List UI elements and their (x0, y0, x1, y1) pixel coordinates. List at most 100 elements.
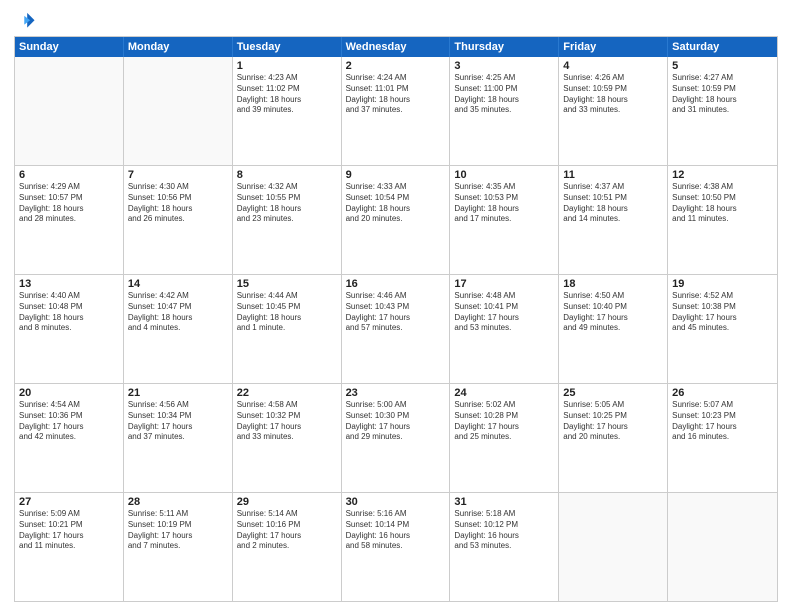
day-number: 12 (672, 169, 773, 181)
cell-info: Sunrise: 4:46 AM Sunset: 10:43 PM Daylig… (346, 291, 446, 334)
cell-info: Sunrise: 5:11 AM Sunset: 10:19 PM Daylig… (128, 509, 228, 552)
calendar-cell: 1Sunrise: 4:23 AM Sunset: 11:02 PM Dayli… (233, 57, 342, 165)
weekday-header: Saturday (668, 37, 777, 57)
cell-info: Sunrise: 5:14 AM Sunset: 10:16 PM Daylig… (237, 509, 337, 552)
day-number: 2 (346, 60, 446, 72)
day-number: 30 (346, 496, 446, 508)
cell-info: Sunrise: 4:23 AM Sunset: 11:02 PM Daylig… (237, 73, 337, 116)
cell-info: Sunrise: 5:00 AM Sunset: 10:30 PM Daylig… (346, 400, 446, 443)
calendar-row: 1Sunrise: 4:23 AM Sunset: 11:02 PM Dayli… (15, 57, 777, 165)
day-number: 8 (237, 169, 337, 181)
calendar-cell: 17Sunrise: 4:48 AM Sunset: 10:41 PM Dayl… (450, 275, 559, 383)
calendar-cell: 24Sunrise: 5:02 AM Sunset: 10:28 PM Dayl… (450, 384, 559, 492)
calendar-cell: 22Sunrise: 4:58 AM Sunset: 10:32 PM Dayl… (233, 384, 342, 492)
calendar-cell: 21Sunrise: 4:56 AM Sunset: 10:34 PM Dayl… (124, 384, 233, 492)
day-number: 5 (672, 60, 773, 72)
calendar-row: 20Sunrise: 4:54 AM Sunset: 10:36 PM Dayl… (15, 383, 777, 492)
calendar-cell: 20Sunrise: 4:54 AM Sunset: 10:36 PM Dayl… (15, 384, 124, 492)
weekday-header: Monday (124, 37, 233, 57)
day-number: 16 (346, 278, 446, 290)
cell-info: Sunrise: 4:42 AM Sunset: 10:47 PM Daylig… (128, 291, 228, 334)
calendar-body: 1Sunrise: 4:23 AM Sunset: 11:02 PM Dayli… (15, 57, 777, 601)
cell-info: Sunrise: 4:48 AM Sunset: 10:41 PM Daylig… (454, 291, 554, 334)
day-number: 4 (563, 60, 663, 72)
day-number: 19 (672, 278, 773, 290)
calendar-row: 13Sunrise: 4:40 AM Sunset: 10:48 PM Dayl… (15, 274, 777, 383)
calendar-cell (15, 57, 124, 165)
calendar-cell: 25Sunrise: 5:05 AM Sunset: 10:25 PM Dayl… (559, 384, 668, 492)
calendar-cell: 19Sunrise: 4:52 AM Sunset: 10:38 PM Dayl… (668, 275, 777, 383)
day-number: 23 (346, 387, 446, 399)
cell-info: Sunrise: 4:35 AM Sunset: 10:53 PM Daylig… (454, 182, 554, 225)
calendar-cell (124, 57, 233, 165)
calendar-cell: 2Sunrise: 4:24 AM Sunset: 11:01 PM Dayli… (342, 57, 451, 165)
day-number: 27 (19, 496, 119, 508)
day-number: 29 (237, 496, 337, 508)
cell-info: Sunrise: 5:07 AM Sunset: 10:23 PM Daylig… (672, 400, 773, 443)
cell-info: Sunrise: 4:52 AM Sunset: 10:38 PM Daylig… (672, 291, 773, 334)
day-number: 3 (454, 60, 554, 72)
weekday-header: Friday (559, 37, 668, 57)
calendar-cell: 11Sunrise: 4:37 AM Sunset: 10:51 PM Dayl… (559, 166, 668, 274)
cell-info: Sunrise: 5:18 AM Sunset: 10:12 PM Daylig… (454, 509, 554, 552)
weekday-header: Tuesday (233, 37, 342, 57)
day-number: 22 (237, 387, 337, 399)
calendar-cell: 7Sunrise: 4:30 AM Sunset: 10:56 PM Dayli… (124, 166, 233, 274)
calendar-cell: 26Sunrise: 5:07 AM Sunset: 10:23 PM Dayl… (668, 384, 777, 492)
calendar-cell: 27Sunrise: 5:09 AM Sunset: 10:21 PM Dayl… (15, 493, 124, 601)
header (14, 10, 778, 32)
calendar-cell: 10Sunrise: 4:35 AM Sunset: 10:53 PM Dayl… (450, 166, 559, 274)
calendar-cell: 30Sunrise: 5:16 AM Sunset: 10:14 PM Dayl… (342, 493, 451, 601)
cell-info: Sunrise: 4:30 AM Sunset: 10:56 PM Daylig… (128, 182, 228, 225)
calendar-cell: 18Sunrise: 4:50 AM Sunset: 10:40 PM Dayl… (559, 275, 668, 383)
day-number: 24 (454, 387, 554, 399)
cell-info: Sunrise: 4:26 AM Sunset: 10:59 PM Daylig… (563, 73, 663, 116)
cell-info: Sunrise: 4:24 AM Sunset: 11:01 PM Daylig… (346, 73, 446, 116)
calendar-cell (668, 493, 777, 601)
cell-info: Sunrise: 4:33 AM Sunset: 10:54 PM Daylig… (346, 182, 446, 225)
page: SundayMondayTuesdayWednesdayThursdayFrid… (0, 0, 792, 612)
calendar-cell: 14Sunrise: 4:42 AM Sunset: 10:47 PM Dayl… (124, 275, 233, 383)
cell-info: Sunrise: 4:32 AM Sunset: 10:55 PM Daylig… (237, 182, 337, 225)
calendar-cell: 28Sunrise: 5:11 AM Sunset: 10:19 PM Dayl… (124, 493, 233, 601)
calendar-cell: 4Sunrise: 4:26 AM Sunset: 10:59 PM Dayli… (559, 57, 668, 165)
cell-info: Sunrise: 5:02 AM Sunset: 10:28 PM Daylig… (454, 400, 554, 443)
cell-info: Sunrise: 4:29 AM Sunset: 10:57 PM Daylig… (19, 182, 119, 225)
calendar-row: 27Sunrise: 5:09 AM Sunset: 10:21 PM Dayl… (15, 492, 777, 601)
calendar-cell: 23Sunrise: 5:00 AM Sunset: 10:30 PM Dayl… (342, 384, 451, 492)
cell-info: Sunrise: 4:58 AM Sunset: 10:32 PM Daylig… (237, 400, 337, 443)
day-number: 15 (237, 278, 337, 290)
cell-info: Sunrise: 5:09 AM Sunset: 10:21 PM Daylig… (19, 509, 119, 552)
day-number: 1 (237, 60, 337, 72)
calendar-cell: 15Sunrise: 4:44 AM Sunset: 10:45 PM Dayl… (233, 275, 342, 383)
day-number: 14 (128, 278, 228, 290)
cell-info: Sunrise: 4:25 AM Sunset: 11:00 PM Daylig… (454, 73, 554, 116)
calendar-cell: 31Sunrise: 5:18 AM Sunset: 10:12 PM Dayl… (450, 493, 559, 601)
calendar-cell: 12Sunrise: 4:38 AM Sunset: 10:50 PM Dayl… (668, 166, 777, 274)
cell-info: Sunrise: 4:50 AM Sunset: 10:40 PM Daylig… (563, 291, 663, 334)
weekday-header: Sunday (15, 37, 124, 57)
calendar-cell: 6Sunrise: 4:29 AM Sunset: 10:57 PM Dayli… (15, 166, 124, 274)
day-number: 26 (672, 387, 773, 399)
cell-info: Sunrise: 4:44 AM Sunset: 10:45 PM Daylig… (237, 291, 337, 334)
calendar-cell: 13Sunrise: 4:40 AM Sunset: 10:48 PM Dayl… (15, 275, 124, 383)
cell-info: Sunrise: 5:05 AM Sunset: 10:25 PM Daylig… (563, 400, 663, 443)
cell-info: Sunrise: 4:37 AM Sunset: 10:51 PM Daylig… (563, 182, 663, 225)
day-number: 9 (346, 169, 446, 181)
day-number: 10 (454, 169, 554, 181)
day-number: 28 (128, 496, 228, 508)
calendar-cell: 9Sunrise: 4:33 AM Sunset: 10:54 PM Dayli… (342, 166, 451, 274)
cell-info: Sunrise: 4:38 AM Sunset: 10:50 PM Daylig… (672, 182, 773, 225)
cell-info: Sunrise: 4:27 AM Sunset: 10:59 PM Daylig… (672, 73, 773, 116)
weekday-header: Thursday (450, 37, 559, 57)
weekday-header: Wednesday (342, 37, 451, 57)
day-number: 21 (128, 387, 228, 399)
calendar-cell: 16Sunrise: 4:46 AM Sunset: 10:43 PM Dayl… (342, 275, 451, 383)
day-number: 6 (19, 169, 119, 181)
day-number: 25 (563, 387, 663, 399)
day-number: 7 (128, 169, 228, 181)
cell-info: Sunrise: 4:40 AM Sunset: 10:48 PM Daylig… (19, 291, 119, 334)
calendar-cell: 3Sunrise: 4:25 AM Sunset: 11:00 PM Dayli… (450, 57, 559, 165)
day-number: 13 (19, 278, 119, 290)
calendar-header: SundayMondayTuesdayWednesdayThursdayFrid… (15, 37, 777, 57)
